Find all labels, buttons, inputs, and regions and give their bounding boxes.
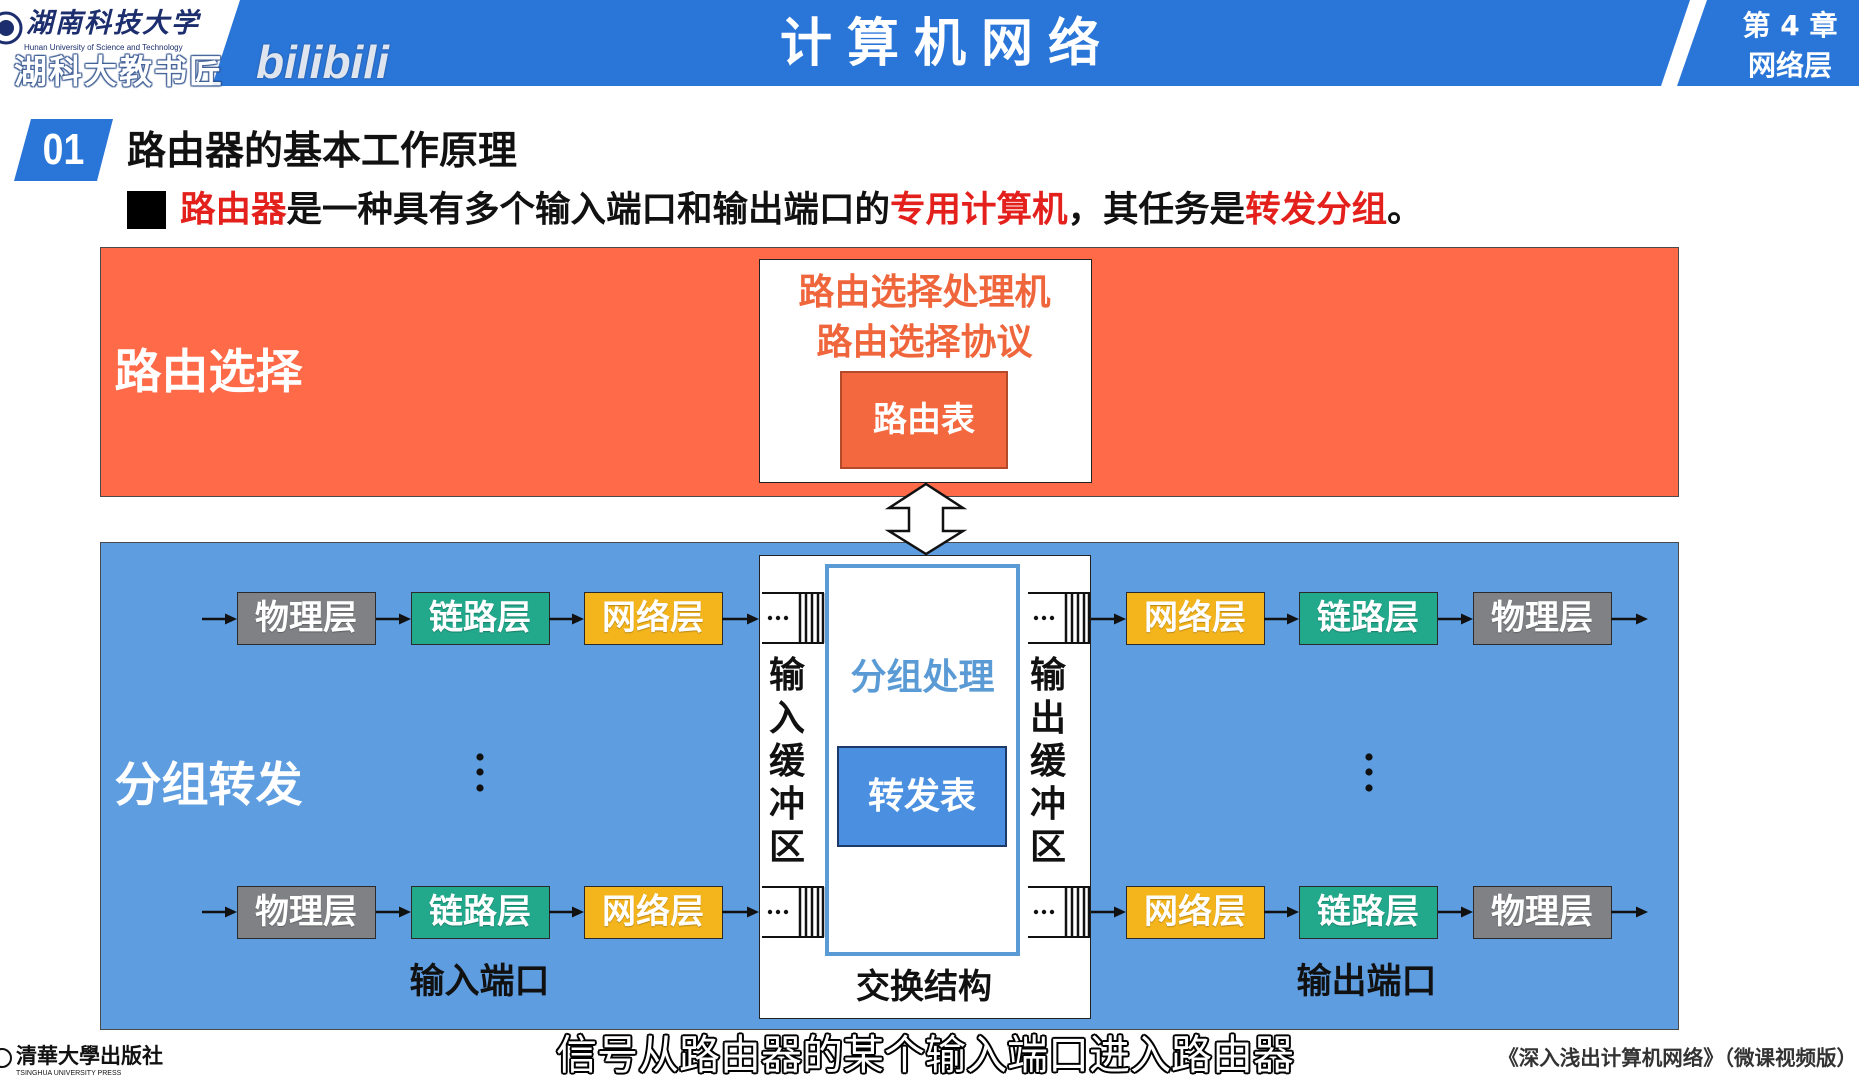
forwarding-plane-label: 分组转发 bbox=[114, 757, 303, 813]
routing-plane: 路由选择 路由选择处理机 路由选择协议 路由表 bbox=[100, 247, 1679, 497]
bullet-text-part: ，其任务是 bbox=[1067, 189, 1246, 230]
bullet-highlight-special-computer: 专用计算机 bbox=[890, 189, 1068, 230]
packet-processing-box: 分组处理 转发表 bbox=[825, 564, 1020, 956]
routing-processor-box: 路由选择处理机 路由选择协议 路由表 bbox=[758, 258, 1092, 483]
switch-fabric-label: 交换结构 bbox=[856, 967, 992, 1007]
university-logo-text: 湖南科技大学 bbox=[26, 8, 200, 39]
switch-fabric-box: 输入缓冲区 分组处理 转发表 输出缓冲区 交换结构 bbox=[758, 554, 1091, 1019]
output-link-layer: 链路层 bbox=[1298, 885, 1438, 939]
output-ports-label: 输出端口 bbox=[1296, 961, 1437, 1002]
section-number: 01 bbox=[42, 125, 85, 174]
chapter-number: 第 4 章 bbox=[1742, 9, 1838, 42]
routing-table-box: 路由表 bbox=[840, 371, 1008, 469]
university-emblem-icon bbox=[0, 11, 23, 45]
output-physical-layer: 物理层 bbox=[1472, 591, 1612, 645]
bullet-definition: 路由器是一种具有多个输入端口和输出端口的专用计算机，其任务是转发分组。 bbox=[180, 190, 1423, 230]
input-network-layer: 网络层 bbox=[583, 591, 723, 645]
publisher-logo-english: TSINGHUA UNIVERSITY PRESS bbox=[16, 1070, 122, 1077]
packet-processing-label: 分组处理 bbox=[850, 657, 995, 698]
publisher-logo-text: 清華大學出版社 bbox=[16, 1043, 163, 1068]
bullet-text-part: 是一种具有多个输入端口和输出端口的 bbox=[286, 189, 891, 230]
section-number-badge: 01 bbox=[14, 119, 113, 181]
book-title: 《深入浅出计算机网络》（微课视频版） bbox=[1498, 1046, 1857, 1070]
bullet-square-icon bbox=[127, 191, 166, 229]
university-logo-english: Hunan University of Science and Technolo… bbox=[24, 43, 183, 52]
input-ports-label: 输入端口 bbox=[409, 961, 550, 1002]
input-network-layer: 网络层 bbox=[583, 885, 723, 939]
output-network-layer: 网络层 bbox=[1125, 885, 1265, 939]
output-buffer-label: 输出缓冲区 bbox=[1029, 655, 1066, 868]
chapter-title: 网络层 bbox=[1747, 49, 1832, 82]
input-physical-layer: 物理层 bbox=[236, 885, 376, 939]
channel-watermark: 湖科大教书匠 bbox=[14, 52, 224, 91]
publisher-emblem-icon bbox=[0, 1048, 12, 1068]
input-physical-layer: 物理层 bbox=[236, 591, 376, 645]
forwarding-plane: 分组转发 物理层 链路层 网络层 物理层 链路层 网络层 输入端口 网络层 链路… bbox=[100, 542, 1679, 1030]
bullet-text-part: 。 bbox=[1387, 189, 1423, 230]
section-title: 路由器的基本工作原理 bbox=[127, 129, 518, 174]
course-title: 计算机网络 bbox=[779, 14, 1115, 74]
output-physical-layer: 物理层 bbox=[1472, 885, 1612, 939]
bullet-highlight-router: 路由器 bbox=[180, 189, 287, 230]
routing-plane-label: 路由选择 bbox=[114, 344, 303, 400]
bullet-highlight-forward-packets: 转发分组 bbox=[1245, 189, 1388, 230]
routing-processor-title: 路由选择处理机 bbox=[798, 272, 1051, 313]
output-network-layer: 网络层 bbox=[1125, 591, 1265, 645]
routing-protocol-title: 路由选择协议 bbox=[816, 322, 1033, 363]
input-link-layer: 链路层 bbox=[410, 885, 550, 939]
output-link-layer: 链路层 bbox=[1298, 591, 1438, 645]
bilibili-watermark: bilibili bbox=[256, 36, 389, 88]
input-link-layer: 链路层 bbox=[410, 591, 550, 645]
input-buffer-label: 输入缓冲区 bbox=[768, 655, 805, 868]
forwarding-table-box: 转发表 bbox=[837, 746, 1007, 847]
